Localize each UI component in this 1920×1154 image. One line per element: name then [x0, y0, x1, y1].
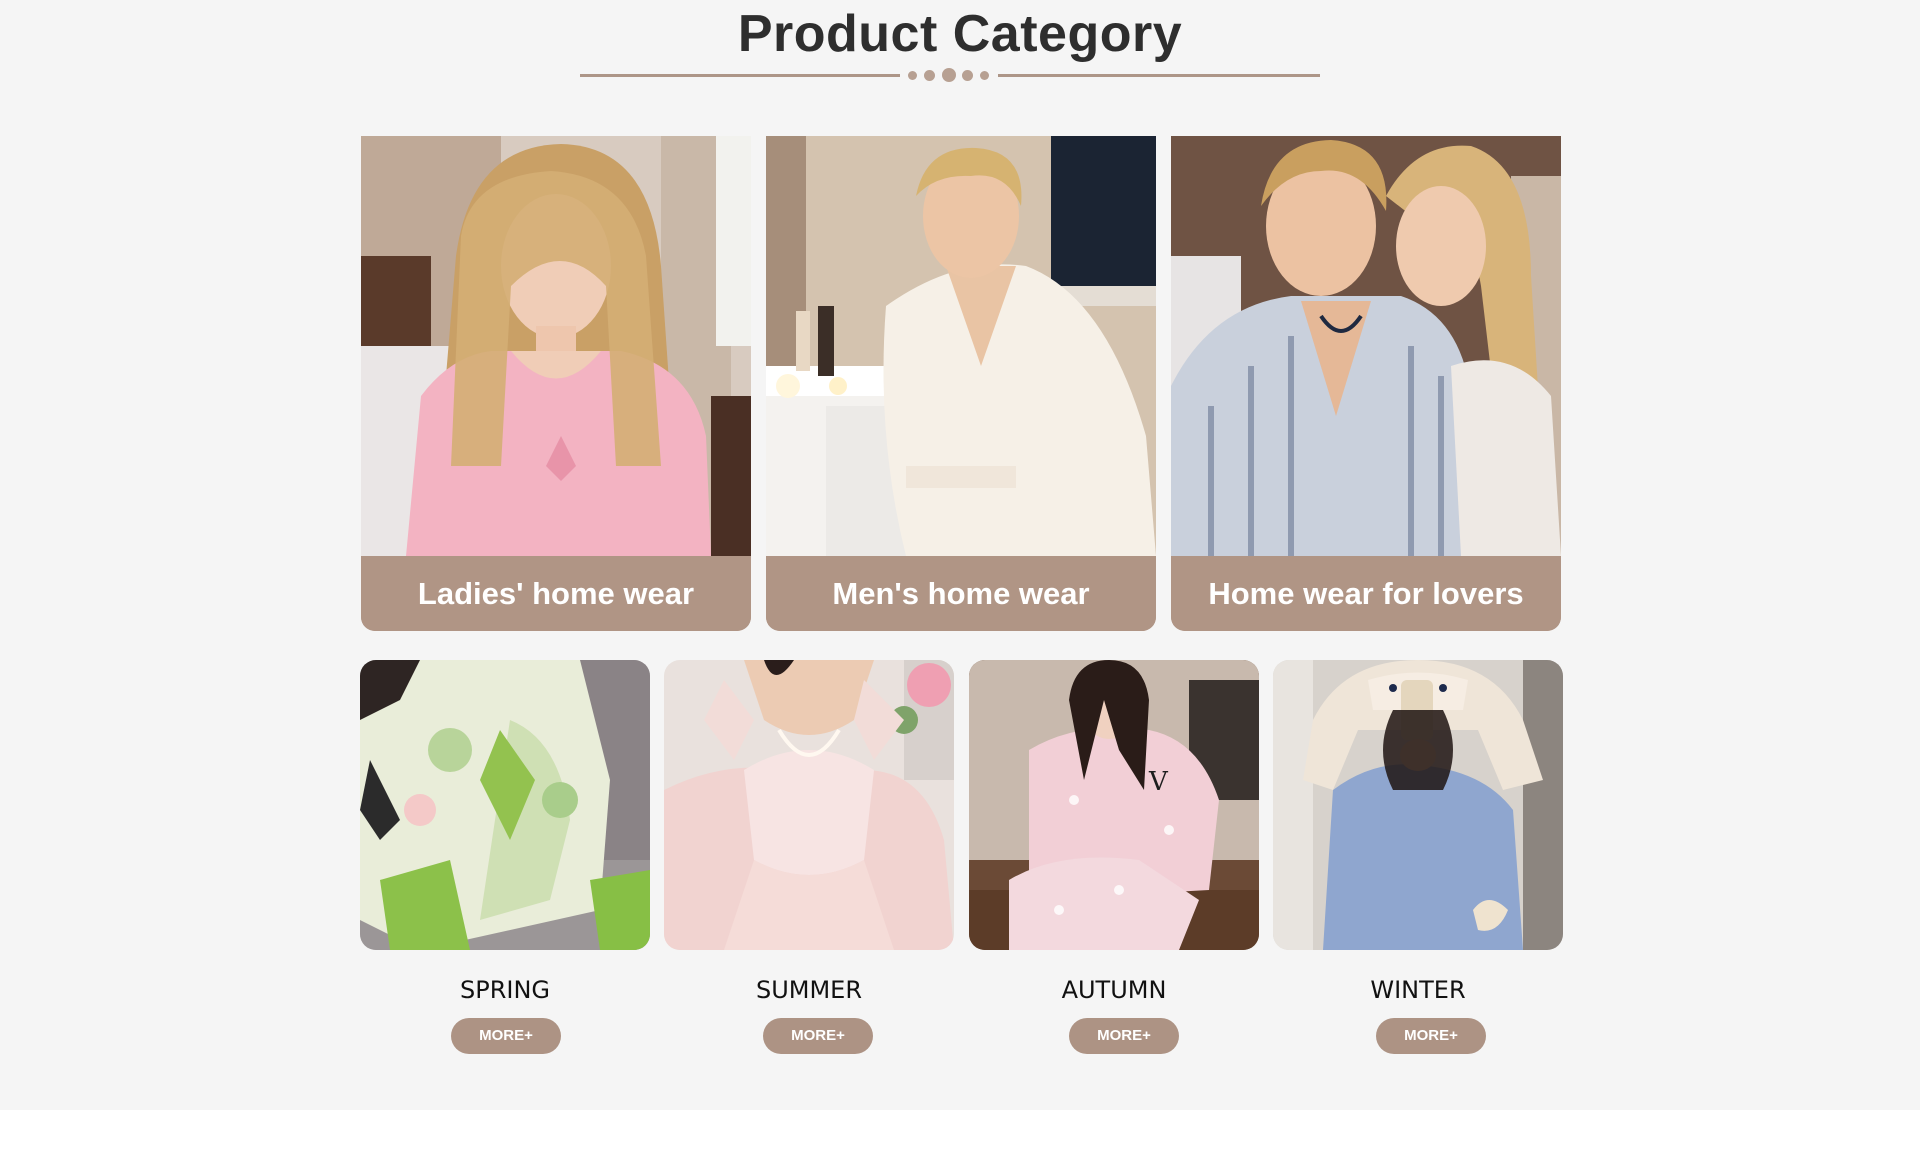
divider-dot	[908, 71, 917, 80]
divider-dot	[942, 68, 956, 82]
season-label: SUMMER	[755, 976, 863, 1004]
spring-photo[interactable]	[360, 660, 650, 950]
season-label: SPRING	[459, 976, 550, 1004]
category-label: Ladies' home wear	[361, 556, 751, 631]
summer-more-button[interactable]: MORE+	[763, 1018, 873, 1054]
divider-dot	[924, 70, 935, 81]
summer-photo[interactable]	[664, 660, 954, 950]
category-card-ladies[interactable]: Ladies' home wear	[361, 136, 751, 631]
category-label: Home wear for lovers	[1171, 556, 1561, 631]
divider-dot	[962, 70, 973, 81]
season-card-autumn: V AUTUMN MORE+	[969, 660, 1259, 1060]
ladies-home-wear-photo	[361, 136, 751, 556]
winter-photo[interactable]	[1273, 660, 1563, 950]
lovers-home-wear-photo	[1171, 136, 1561, 556]
divider-line-left	[580, 74, 900, 77]
category-card-lovers[interactable]: Home wear for lovers	[1171, 136, 1561, 631]
category-card-mens[interactable]: Men's home wear	[766, 136, 1156, 631]
season-card-summer: SUMMER MORE+	[664, 660, 954, 1060]
autumn-more-button[interactable]: MORE+	[1069, 1018, 1179, 1054]
winter-more-button[interactable]: MORE+	[1376, 1018, 1486, 1054]
mens-home-wear-photo	[766, 136, 1156, 556]
divider-dot	[980, 71, 989, 80]
season-card-spring: SPRING MORE+	[360, 660, 650, 1060]
svg-text:V: V	[1148, 767, 1169, 797]
divider-line-right	[998, 74, 1320, 77]
season-label: WINTER	[1370, 976, 1466, 1004]
product-category-section: Product Category Ladies' home wear Men's…	[0, 0, 1920, 1110]
season-label: AUTUMN	[1061, 976, 1167, 1004]
section-title: Product Category	[737, 5, 1183, 63]
category-label: Men's home wear	[766, 556, 1156, 631]
title-divider	[580, 65, 1320, 87]
autumn-photo[interactable]: V	[969, 660, 1259, 950]
season-card-winter: WINTER MORE+	[1273, 660, 1563, 1060]
spring-more-button[interactable]: MORE+	[451, 1018, 561, 1054]
